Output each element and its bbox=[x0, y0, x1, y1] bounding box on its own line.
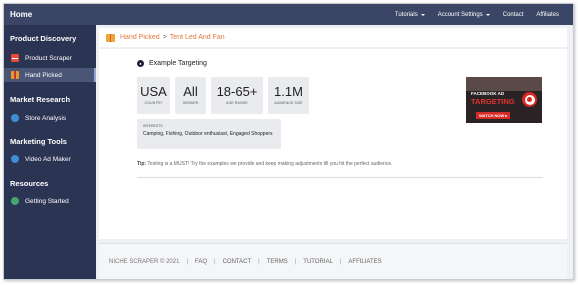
country-card: USA COUNTRY bbox=[137, 77, 170, 114]
breadcrumb-root-link[interactable]: Hand Picked bbox=[120, 34, 160, 41]
envelope-icon bbox=[11, 54, 19, 62]
chevron-down-icon bbox=[420, 13, 425, 16]
footer-link-affiliates[interactable]: AFFILIATES bbox=[348, 259, 381, 265]
banner-line-1: FACEBOOK AD bbox=[471, 91, 505, 96]
sidebar-item-store-analysis[interactable]: Store Analysis bbox=[4, 111, 96, 125]
gift-icon bbox=[11, 71, 19, 79]
gender-card: All GENDER bbox=[175, 77, 206, 114]
gift-icon bbox=[106, 33, 115, 42]
home-link[interactable]: Home bbox=[4, 10, 94, 19]
target-icon: ● bbox=[137, 60, 144, 67]
nav-affiliates[interactable]: Affiliates bbox=[536, 12, 559, 18]
breadcrumb-current: Tent Led And Fan bbox=[169, 34, 225, 41]
globe-icon bbox=[11, 114, 19, 122]
footer-separator: | bbox=[258, 258, 260, 265]
footer-link-faq[interactable]: FAQ bbox=[195, 259, 207, 265]
footer-separator: | bbox=[186, 258, 189, 265]
video-icon bbox=[11, 155, 19, 163]
sidebar-item-video-ad-maker[interactable]: Video Ad Maker bbox=[4, 152, 96, 166]
section-product-discovery: Product Discovery bbox=[10, 34, 77, 43]
divider bbox=[137, 177, 543, 178]
age-range-value: 18-65+ bbox=[216, 84, 258, 99]
nav-links: Tutorials Account Settings Contact Affil… bbox=[382, 12, 573, 18]
compass-icon bbox=[11, 197, 19, 205]
watch-now-button[interactable]: WATCH NOW ▸ bbox=[476, 112, 511, 119]
main-area: Hand Picked > Tent Led And Fan ● Example… bbox=[96, 25, 573, 279]
audience-size-card: 1.1M AUDIENCE SIZE bbox=[268, 77, 309, 114]
country-value: USA bbox=[140, 84, 167, 99]
example-targeting-label: Example Targeting bbox=[149, 60, 207, 67]
banner-photo bbox=[466, 77, 542, 91]
sidebar-item-label: Hand Picked bbox=[25, 71, 62, 79]
sidebar: Product Discovery Product Scraper Hand P… bbox=[4, 25, 96, 279]
tip-label: Tip: bbox=[137, 161, 147, 167]
footer-link-contact[interactable]: CONTACT bbox=[223, 259, 252, 265]
gender-label: GENDER bbox=[182, 101, 199, 105]
targeting-panel: ● Example Targeting USA COUNTRY All GEND… bbox=[99, 49, 567, 239]
chevron-down-icon bbox=[485, 13, 490, 16]
facebook-ad-targeting-banner[interactable]: FACEBOOK AD TARGETING WATCH NOW ▸ bbox=[466, 77, 542, 123]
nav-tutorials[interactable]: Tutorials bbox=[395, 12, 425, 18]
sidebar-item-hand-picked[interactable]: Hand Picked bbox=[4, 68, 96, 82]
interests-label: INTERESTS bbox=[143, 124, 163, 128]
audience-size-value: 1.1M bbox=[274, 84, 303, 99]
breadcrumb-separator: > bbox=[162, 34, 167, 41]
section-market-research: Market Research bbox=[10, 95, 71, 104]
footer-link-terms[interactable]: TERMS bbox=[267, 259, 288, 265]
sidebar-item-label: Getting Started bbox=[25, 197, 69, 205]
sidebar-item-label: Video Ad Maker bbox=[25, 155, 71, 163]
age-range-card: 18-65+ AGE RANGE bbox=[211, 77, 263, 114]
nav-contact[interactable]: Contact bbox=[503, 12, 524, 18]
banner-line-2: TARGETING bbox=[471, 97, 515, 106]
footer-separator: | bbox=[294, 258, 297, 265]
section-resources: Resources bbox=[10, 179, 49, 188]
section-marketing-tools: Marketing Tools bbox=[10, 137, 67, 146]
interests-card: INTERESTS Camping, Fishing, Outdoor enth… bbox=[137, 119, 281, 149]
sidebar-item-label: Product Scraper bbox=[25, 54, 72, 62]
nav-tutorials-label: Tutorials bbox=[394, 11, 418, 18]
example-targeting-title: ● Example Targeting bbox=[137, 60, 207, 67]
footer: NICHE SCRAPER © 2021 | FAQ | CONTACT | T… bbox=[99, 243, 567, 279]
country-label: COUNTRY bbox=[144, 101, 163, 105]
interests-value: Camping, Fishing, Outdoor enthusiast, En… bbox=[143, 131, 273, 137]
top-navbar: Home Tutorials Account Settings Contact … bbox=[4, 4, 573, 25]
target-logo-dot bbox=[527, 97, 532, 102]
footer-copyright: NICHE SCRAPER © 2021 bbox=[109, 258, 180, 265]
sidebar-item-label: Store Analysis bbox=[25, 114, 67, 122]
nav-account-settings-label: Account Settings bbox=[437, 11, 483, 18]
footer-separator: | bbox=[339, 258, 342, 265]
breadcrumb: Hand Picked > Tent Led And Fan bbox=[99, 28, 567, 47]
tip-text: Tip: Testing is a MUST! Try the examples… bbox=[137, 161, 393, 167]
sidebar-item-getting-started[interactable]: Getting Started bbox=[4, 194, 96, 208]
audience-size-label: AUDIENCE SIZE bbox=[274, 101, 303, 105]
sidebar-item-product-scraper[interactable]: Product Scraper bbox=[4, 51, 96, 65]
age-range-label: AGE RANGE bbox=[226, 101, 248, 105]
nav-account-settings[interactable]: Account Settings bbox=[438, 12, 490, 18]
footer-separator: | bbox=[214, 258, 216, 265]
app-window: Home Tutorials Account Settings Contact … bbox=[3, 3, 574, 280]
target-logo-ring bbox=[524, 94, 535, 105]
target-logo-icon bbox=[522, 92, 537, 107]
footer-link-tutorial[interactable]: TUTORIAL bbox=[303, 259, 333, 265]
tip-body: Testing is a MUST! Try the examples we p… bbox=[147, 161, 393, 167]
gender-value: All bbox=[183, 84, 198, 99]
